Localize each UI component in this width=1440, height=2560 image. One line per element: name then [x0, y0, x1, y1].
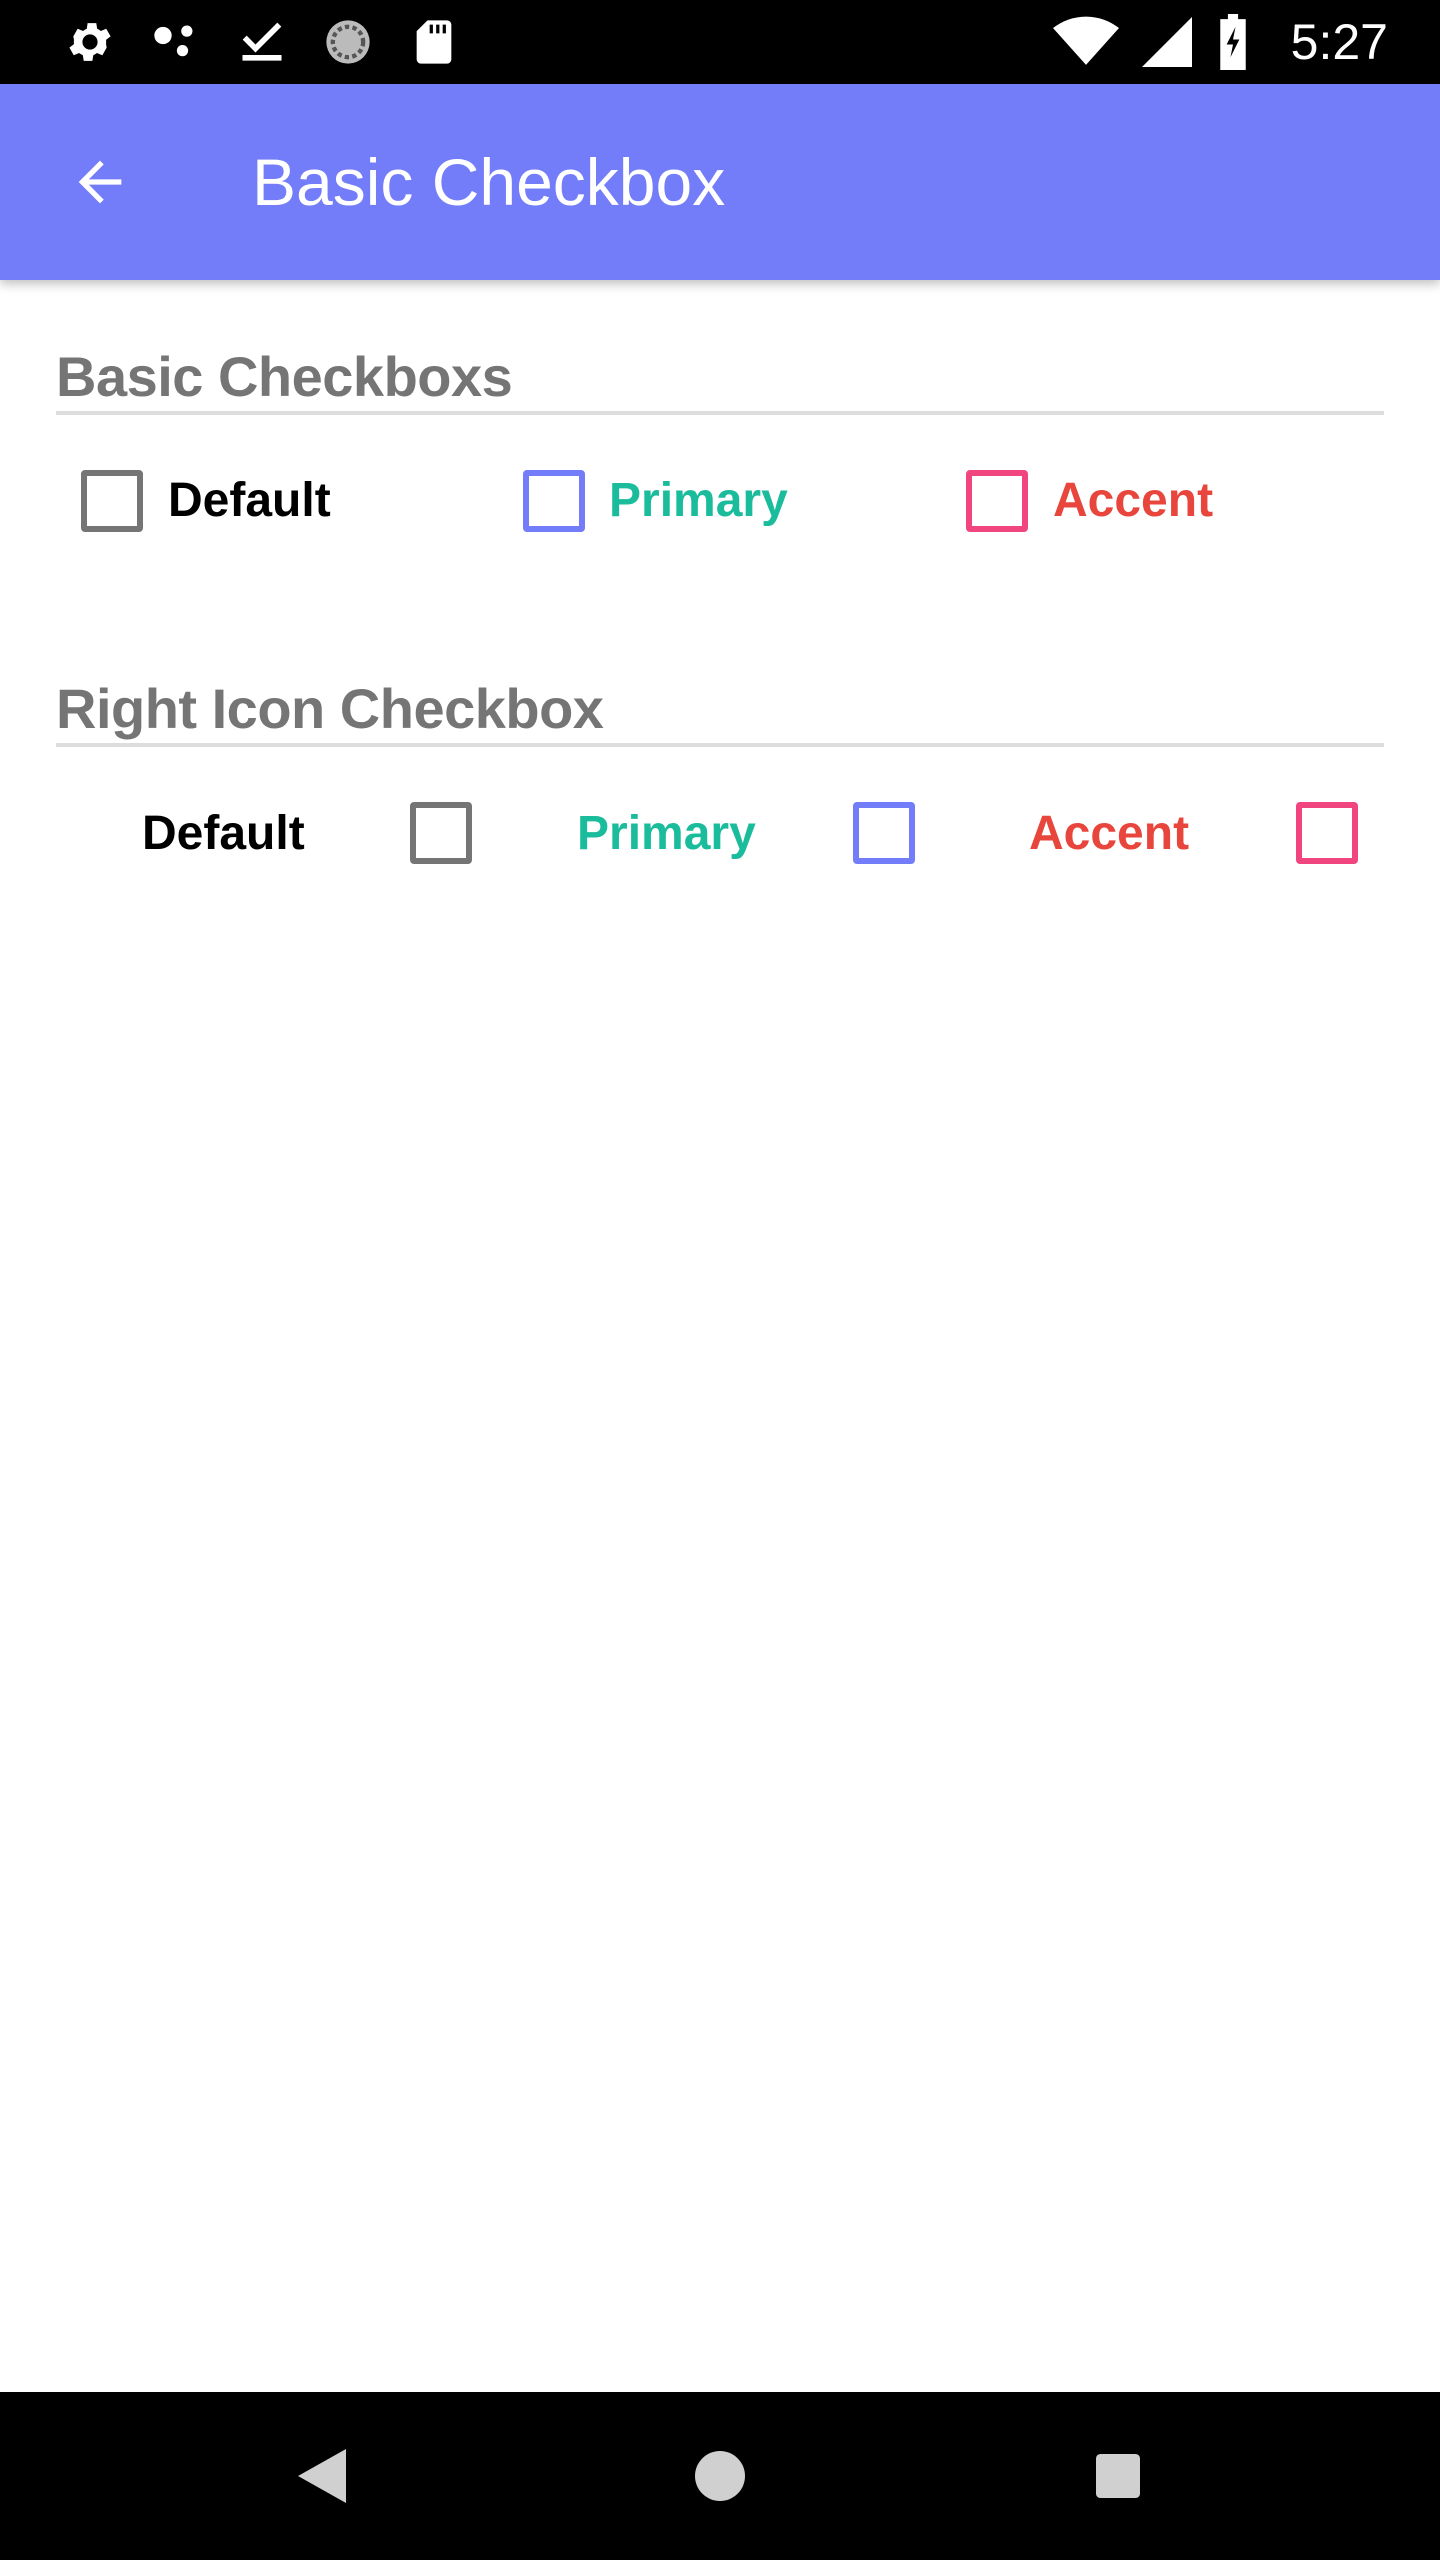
sync-icon: [322, 16, 374, 68]
nav-recents-button[interactable]: [1076, 2434, 1160, 2518]
checkbox-box[interactable]: [1296, 802, 1358, 864]
checkbox-label: Accent: [1029, 807, 1190, 860]
arrow-back-icon: [78, 160, 122, 204]
download-done-icon: [236, 16, 288, 68]
app-bar: Basic Checkbox: [0, 84, 1440, 280]
checkbox-box[interactable]: [523, 470, 585, 532]
recents-square-icon: [1096, 2454, 1140, 2498]
page-title: Basic Checkbox: [252, 145, 726, 219]
nav-back-button[interactable]: [280, 2434, 364, 2518]
checkbox-label: Default: [168, 474, 331, 527]
dots-icon: [150, 16, 202, 68]
back-triangle-icon: [298, 2449, 346, 2503]
checkbox-box[interactable]: [853, 802, 915, 864]
checkbox-label: Primary: [609, 474, 788, 527]
section-title-basic: Basic Checkboxs: [56, 345, 513, 408]
checkbox-label: Primary: [577, 807, 756, 860]
checkbox-box[interactable]: [81, 470, 143, 532]
status-bar: 5:27: [0, 0, 1440, 84]
sd-card-icon: [408, 16, 460, 68]
settings-icon: [64, 16, 116, 68]
status-time: 5:27: [1290, 14, 1388, 70]
checkbox-box[interactable]: [410, 802, 472, 864]
section-divider: [56, 743, 1384, 747]
wifi-icon: [1052, 16, 1119, 68]
signal-icon: [1141, 16, 1193, 68]
section-divider: [56, 411, 1384, 415]
nav-home-button[interactable]: [678, 2434, 762, 2518]
checkbox-label: Accent: [1053, 474, 1214, 527]
back-button[interactable]: [52, 134, 148, 230]
home-circle-icon: [695, 2451, 745, 2501]
checkbox-box[interactable]: [966, 470, 1028, 532]
battery-charging-icon: [1215, 14, 1251, 70]
section-title-right-icon: Right Icon Checkbox: [56, 677, 604, 740]
system-nav-bar: [0, 2392, 1440, 2560]
checkbox-label: Default: [142, 807, 305, 860]
